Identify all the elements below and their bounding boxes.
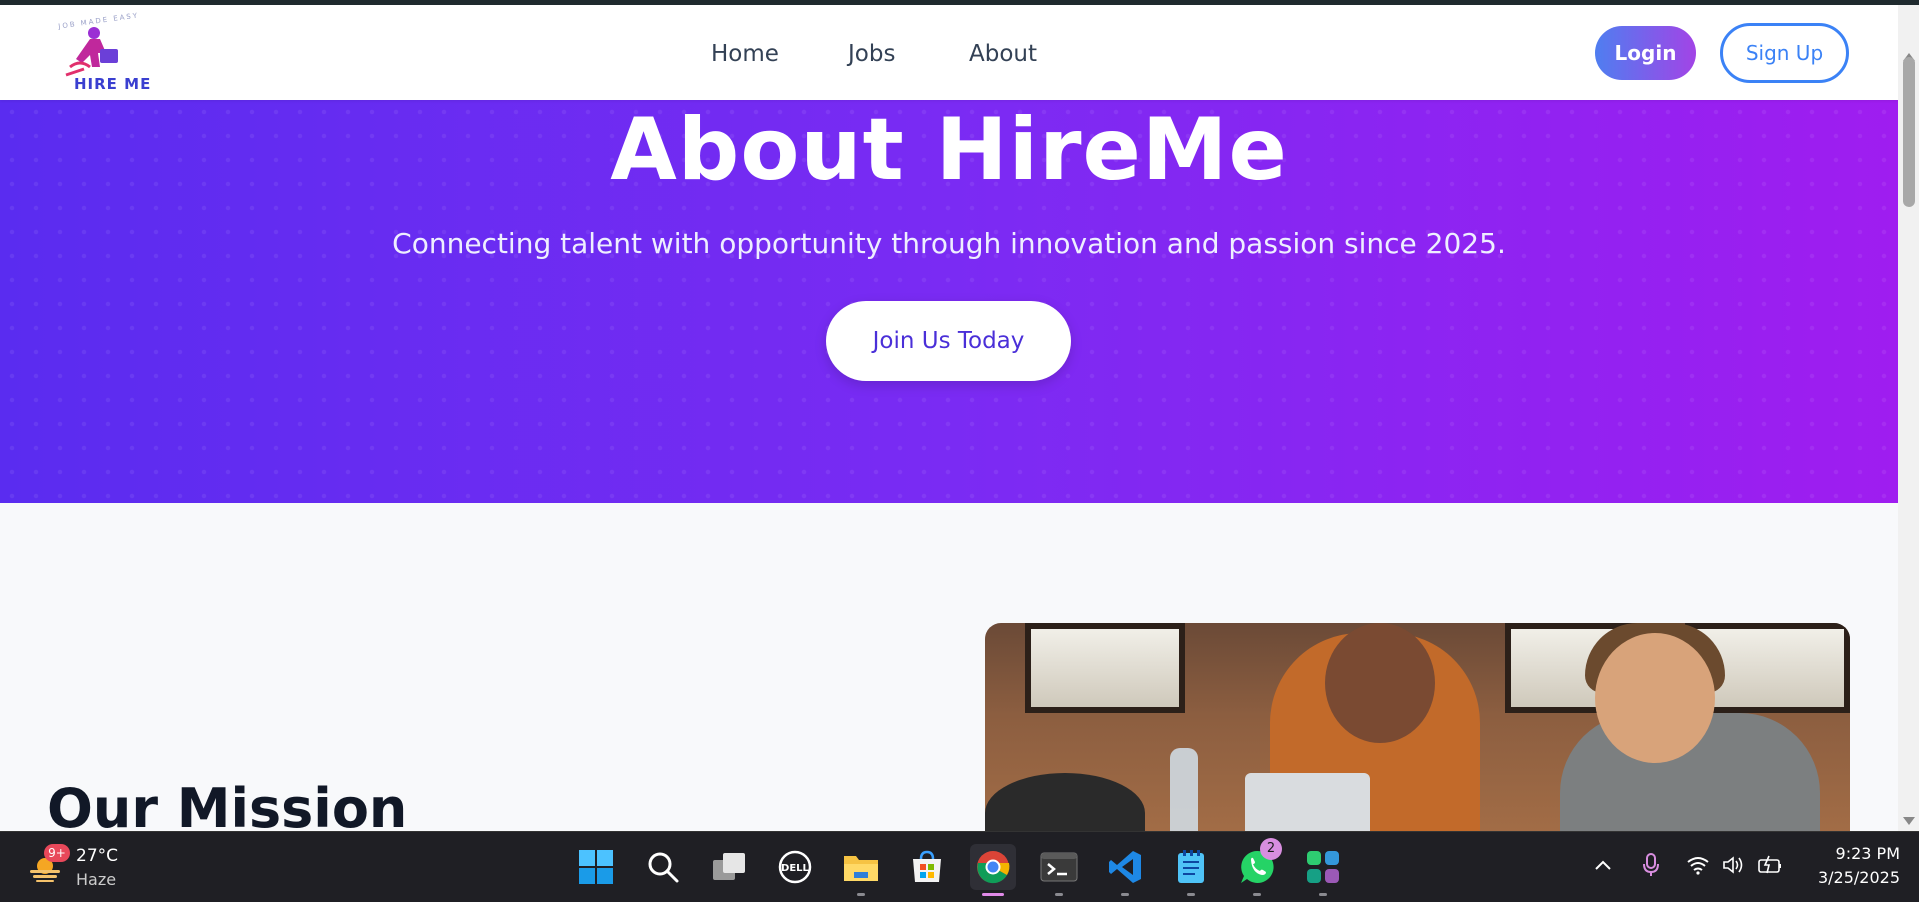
team-photo: [985, 623, 1850, 831]
scroll-thumb[interactable]: [1903, 57, 1915, 207]
running-indicator: [1187, 893, 1195, 896]
join-us-button[interactable]: Join Us Today: [826, 301, 1071, 381]
notepad-icon: [1178, 850, 1204, 883]
scroll-down-arrow-icon[interactable]: [1903, 817, 1915, 825]
photo-laptop: [1245, 773, 1370, 831]
logo-text: HIRE ME: [74, 75, 152, 93]
nav-home-link[interactable]: Home: [711, 41, 779, 67]
running-indicator: [1253, 893, 1261, 896]
weather-temperature: 27°C: [76, 846, 119, 866]
chrome-button[interactable]: [970, 844, 1016, 896]
clock-date: 3/25/2025: [1817, 868, 1900, 887]
taskbar-search-button[interactable]: [640, 844, 686, 890]
battery-charging-icon: [1758, 855, 1781, 874]
running-indicator: [1121, 893, 1129, 896]
nav-jobs-link[interactable]: Jobs: [848, 41, 895, 67]
hero-section: About HireMe Connecting talent with oppo…: [0, 100, 1898, 503]
task-view-icon: [713, 853, 745, 880]
battery-button[interactable]: [1757, 852, 1783, 878]
microphone-icon: [1643, 853, 1659, 876]
show-hidden-icons-button[interactable]: [1590, 852, 1616, 878]
volume-icon: [1723, 856, 1743, 874]
hireme-logo[interactable]: JOB MADE EASY HIRE ME: [54, 11, 154, 95]
active-indicator: [982, 893, 1004, 896]
volume-button[interactable]: [1721, 852, 1747, 878]
running-indicator: [1319, 893, 1327, 896]
system-clock[interactable]: 9:23 PM 3/25/2025: [1800, 842, 1900, 890]
chevron-up-icon: [1595, 860, 1611, 870]
page-scrollbar[interactable]: [1898, 5, 1919, 831]
navbar: JOB MADE EASY HIRE ME Home Jobs About Lo…: [0, 5, 1898, 100]
whatsapp-button[interactable]: 2: [1234, 838, 1282, 896]
weather-condition: Haze: [76, 870, 117, 889]
hero-title: About HireMe: [610, 100, 1288, 200]
signup-button[interactable]: Sign Up: [1720, 23, 1849, 83]
photo-person-head: [1325, 623, 1435, 743]
microsoft-store-button[interactable]: [904, 844, 950, 890]
nav-about-link[interactable]: About: [969, 41, 1037, 67]
running-indicator: [857, 893, 865, 896]
terminal-button[interactable]: [1036, 844, 1082, 896]
taskbar: 9+ 27°C Haze DELL 2 9:23 PM 3/25/2025: [0, 831, 1919, 902]
mission-title: Our Mission: [47, 777, 408, 831]
dell-app-button[interactable]: DELL: [772, 844, 818, 890]
pinned-app-button[interactable]: [1300, 844, 1346, 896]
weather-widget[interactable]: 9+ 27°C Haze: [24, 842, 134, 894]
clock-time: 9:23 PM: [1835, 844, 1900, 863]
file-explorer-icon: [844, 856, 878, 881]
whatsapp-notification-badge: 2: [1260, 838, 1282, 860]
hero-subtitle: Connecting talent with opportunity throu…: [392, 227, 1506, 260]
wifi-icon: [1687, 857, 1709, 875]
start-button[interactable]: [573, 844, 619, 890]
app-icon: [1307, 851, 1339, 883]
vscode-icon: [1109, 851, 1141, 883]
page-viewport: JOB MADE EASY HIRE ME Home Jobs About Lo…: [0, 5, 1898, 831]
chrome-icon: [977, 851, 1010, 884]
photo-window: [1025, 623, 1185, 713]
microsoft-store-icon: [913, 850, 941, 882]
svg-text:DELL: DELL: [781, 863, 810, 874]
task-view-button[interactable]: [706, 844, 752, 890]
photo-foreground: [985, 773, 1145, 831]
windows-start-icon: [579, 850, 613, 884]
weather-badge: 9+: [44, 844, 70, 862]
running-indicator: [1055, 893, 1063, 896]
vscode-button[interactable]: [1102, 844, 1148, 896]
notepad-button[interactable]: [1168, 844, 1214, 896]
search-icon: [648, 852, 679, 883]
dell-icon: DELL: [778, 850, 812, 884]
file-explorer-button[interactable]: [838, 844, 884, 896]
logo-figure-icon: [65, 27, 118, 77]
photo-bottle: [1170, 748, 1198, 831]
terminal-icon: [1040, 852, 1078, 882]
wifi-button[interactable]: [1685, 852, 1711, 878]
microphone-button[interactable]: [1638, 852, 1664, 878]
login-button[interactable]: Login: [1595, 26, 1696, 80]
photo-person-head: [1595, 633, 1715, 763]
